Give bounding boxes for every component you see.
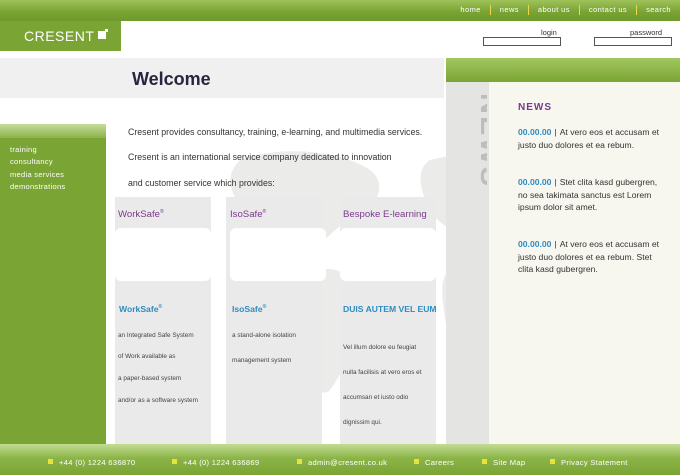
column-heading-worksafe[interactable]: WorkSafe® — [118, 209, 164, 220]
column-subheading-duis: DUIS AUTEM VEL EUM — [343, 304, 437, 314]
logo-square-icon — [98, 29, 109, 39]
column-text-line: Vel illum dolore eu feugiat — [343, 344, 417, 351]
logo-text: CRESENT — [24, 28, 95, 44]
column-text-line: nulla facilisis at vero eros et — [343, 369, 422, 376]
news-heading: NEWS — [518, 102, 552, 113]
footer-link-privacy-statement[interactable]: Privacy Statement — [550, 455, 628, 471]
login-label: login — [541, 28, 557, 37]
news-vertical-label: NEWS — [474, 93, 487, 188]
news-separator: | — [554, 239, 557, 249]
column-text-line: dignissim qui. — [343, 419, 382, 426]
bullet-icon — [550, 459, 555, 464]
news-vertical-text: NEWS — [474, 93, 487, 188]
nav-about-us-link[interactable]: about us — [527, 4, 579, 15]
column-image-placeholder — [340, 228, 436, 281]
news-item[interactable]: 00.00.00 | At vero eos et accusam et justo… — [518, 126, 666, 151]
bullet-icon — [414, 459, 419, 464]
footer-row: +44 (0) 1224 636870 +44 (0) 1224 636869 … — [0, 455, 680, 471]
nav-home-link[interactable]: home — [451, 5, 489, 15]
login-panel: login password — [446, 21, 680, 57]
column-text-line: accumsan et iusto odio — [343, 394, 409, 401]
column-text-line: management system — [232, 357, 292, 364]
welcome-banner — [0, 58, 444, 98]
top-navigation-bar: home news about us contact us search — [0, 0, 680, 21]
news-item[interactable]: 00.00.00 | Stet clita kasd gubergren, no s… — [518, 176, 666, 214]
news-separator: | — [554, 177, 557, 187]
top-nav: home news about us contact us search — [451, 0, 680, 19]
intro-line-2: Cresent is an international service comp… — [128, 152, 392, 162]
page-title: Welcome — [132, 69, 211, 89]
password-input[interactable] — [594, 37, 672, 46]
footer-link-careers[interactable]: Careers — [414, 455, 454, 471]
news-date: 00.00.00 — [518, 177, 552, 187]
sidebar-top-fade — [0, 124, 106, 138]
column-subheading-worksafe: WorkSafe® — [119, 304, 163, 314]
bullet-icon — [172, 459, 177, 464]
column-text-line: a stand-alone isolation — [232, 332, 296, 339]
sidebar-nav: training consultancy media services demo… — [10, 144, 65, 194]
nav-news-link[interactable]: news — [489, 4, 528, 15]
news-separator: | — [554, 127, 557, 137]
login-input[interactable] — [483, 37, 561, 46]
column-image-placeholder — [115, 228, 211, 281]
bullet-icon — [482, 459, 487, 464]
news-item[interactable]: 00.00.00 | At vero eos et accusam et justo… — [518, 238, 666, 276]
column-heading-isosafe[interactable]: IsoSafe® — [230, 209, 266, 220]
column-subheading-isosafe: IsoSafe® — [232, 304, 267, 314]
sidebar-item-demonstrations[interactable]: demonstrations — [10, 181, 65, 193]
news-date: 00.00.00 — [518, 239, 552, 249]
column-text-line: of Work available as — [118, 353, 176, 360]
news-date: 00.00.00 — [518, 127, 552, 137]
intro-line-3: and customer service which provides: — [128, 178, 275, 188]
column-text-line: a paper-based system — [118, 375, 182, 382]
nav-contact-us-link[interactable]: contact us — [578, 4, 636, 15]
site-logo[interactable]: CRESENT — [0, 21, 121, 51]
footer-phone-2: +44 (0) 1224 636869 — [172, 455, 259, 471]
right-column-header-bar — [446, 58, 680, 82]
sidebar-item-consultancy[interactable]: consultancy — [10, 156, 65, 168]
intro-line-1: Cresent provides consultancy, training, … — [128, 127, 423, 137]
column-heading-bespoke-elearning[interactable]: Bespoke E-learning — [343, 209, 427, 220]
column-text-line: an Integrated Safe System — [118, 332, 194, 339]
bullet-icon — [297, 459, 302, 464]
footer-phone-1: +44 (0) 1224 636870 — [48, 455, 135, 471]
footer-link-site-map[interactable]: Site Map — [482, 455, 525, 471]
bullet-icon — [48, 459, 53, 464]
column-image-placeholder — [230, 228, 326, 281]
password-label: password — [630, 28, 663, 37]
nav-search-link[interactable]: search — [636, 4, 680, 15]
sidebar-item-media-services[interactable]: media services — [10, 169, 65, 181]
sidebar-item-training[interactable]: training — [10, 144, 65, 156]
footer-email-link[interactable]: admin@cresent.co.uk — [297, 455, 387, 471]
column-text-line: and/or as a software system — [118, 397, 198, 404]
